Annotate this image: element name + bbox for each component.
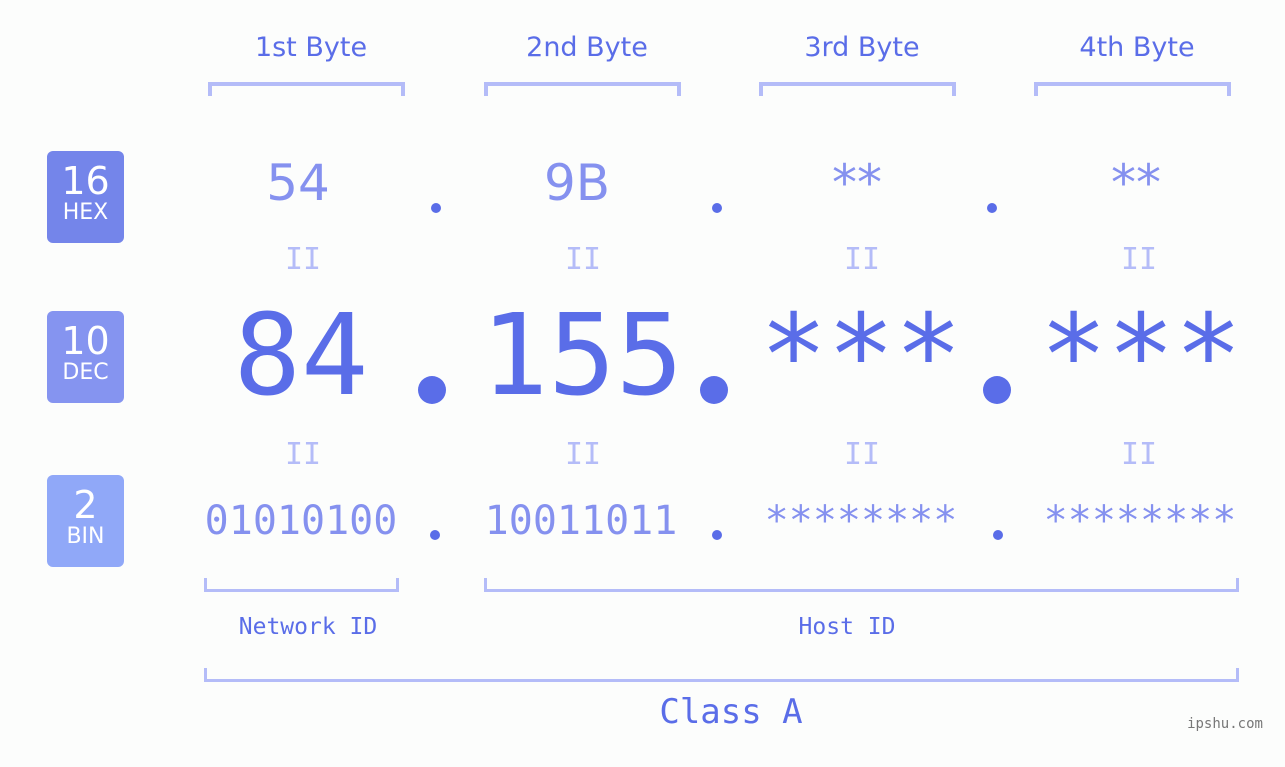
dec-label: DEC (62, 360, 109, 385)
byte-header-1: 1st Byte (254, 32, 368, 63)
hex-separator-dot (712, 203, 722, 213)
class-bracket (204, 668, 1239, 682)
hex-label: HEX (62, 200, 109, 225)
equals-icon: II (565, 437, 602, 472)
byte-3-bracket (759, 82, 956, 96)
hex-byte-2: 9B (543, 154, 611, 212)
hex-badge: 16 HEX (47, 151, 124, 243)
bin-badge: 2 BIN (47, 475, 124, 567)
byte-2-bracket (484, 82, 681, 96)
bin-separator-dot (993, 530, 1003, 540)
byte-header-3: 3rd Byte (804, 32, 920, 63)
dec-badge: 10 DEC (47, 311, 124, 403)
hex-separator-dot (987, 203, 997, 213)
bin-byte-2: 10011011 (484, 498, 678, 544)
byte-1-bracket (208, 82, 405, 96)
byte-4-bracket (1034, 82, 1231, 96)
hex-byte-1: 54 (266, 154, 330, 212)
network-id-label: Network ID (238, 614, 378, 640)
host-id-label: Host ID (798, 614, 896, 640)
dec-byte-1: 84 (233, 291, 369, 421)
bin-byte-1: 01010100 (204, 498, 398, 544)
byte-header-2: 2nd Byte (526, 32, 648, 63)
dec-byte-4: *** (1039, 291, 1243, 421)
class-label: Class A (659, 692, 803, 732)
equals-icon: II (1121, 437, 1158, 472)
hex-byte-3: ** (832, 154, 882, 212)
equals-icon: II (844, 242, 881, 277)
dec-separator-dot (983, 376, 1011, 404)
hex-separator-dot (431, 203, 441, 213)
hex-base: 16 (61, 159, 110, 203)
equals-icon: II (844, 437, 881, 472)
watermark: ipshu.com (1187, 716, 1263, 732)
network-id-bracket (204, 578, 399, 592)
equals-icon: II (565, 242, 602, 277)
bin-separator-dot (712, 530, 722, 540)
bin-label: BIN (66, 524, 105, 549)
host-id-bracket (484, 578, 1239, 592)
dec-base: 10 (61, 319, 110, 363)
bin-byte-4: ******** (1043, 498, 1237, 544)
equals-icon: II (285, 437, 322, 472)
dec-separator-dot (418, 376, 446, 404)
bin-base: 2 (73, 483, 98, 527)
dec-separator-dot (700, 376, 728, 404)
dec-byte-2: 155 (480, 291, 684, 421)
dec-byte-3: *** (759, 291, 963, 421)
equals-icon: II (1121, 242, 1158, 277)
equals-icon: II (285, 242, 322, 277)
bin-separator-dot (430, 530, 440, 540)
hex-byte-4: ** (1111, 154, 1161, 212)
bin-byte-3: ******** (764, 498, 958, 544)
byte-header-4: 4th Byte (1079, 32, 1195, 63)
